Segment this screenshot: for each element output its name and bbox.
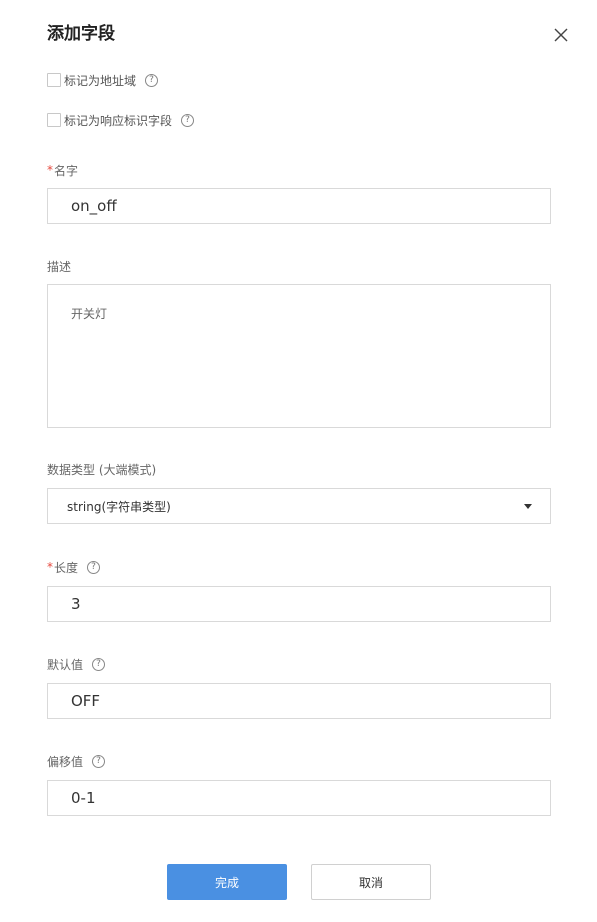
offset-label: 偏移值 ? bbox=[47, 753, 106, 769]
help-icon[interactable]: ? bbox=[181, 113, 195, 127]
close-icon[interactable] bbox=[552, 26, 570, 44]
name-label: * 名字 bbox=[47, 162, 78, 178]
length-label-text: 长度 bbox=[54, 560, 79, 575]
default-value-label-text: 默认值 bbox=[47, 657, 84, 672]
data-type-select[interactable]: string(字符串类型) bbox=[47, 488, 551, 524]
response-id-label: 标记为响应标识字段 bbox=[64, 113, 173, 128]
default-value-label: 默认值 ? bbox=[47, 656, 106, 672]
response-id-row: 标记为响应标识字段 ? bbox=[47, 112, 195, 128]
dialog-title: 添加字段 bbox=[47, 24, 115, 44]
length-input[interactable]: 3 bbox=[47, 586, 551, 622]
help-icon[interactable]: ? bbox=[92, 657, 106, 671]
caret-down-icon bbox=[524, 504, 532, 509]
cancel-button[interactable]: 取消 bbox=[311, 864, 431, 900]
description-label: 描述 bbox=[47, 259, 72, 274]
required-mark: * bbox=[47, 560, 53, 574]
help-icon[interactable]: ? bbox=[87, 560, 101, 574]
description-textarea[interactable]: 开关灯 bbox=[47, 284, 551, 428]
offset-input[interactable]: 0-1 bbox=[47, 780, 551, 816]
confirm-button[interactable]: 完成 bbox=[167, 864, 287, 900]
address-field-row: 标记为地址域 ? bbox=[47, 72, 159, 88]
default-value-input[interactable]: OFF bbox=[47, 683, 551, 719]
address-field-checkbox[interactable] bbox=[47, 73, 61, 87]
name-label-text: 名字 bbox=[54, 163, 79, 178]
add-field-dialog: 添加字段 标记为地址域 ? 标记为响应标识字段 ? * 名字 on_off 描述… bbox=[0, 0, 597, 922]
data-type-value: string(字符串类型) bbox=[67, 499, 171, 514]
address-field-label: 标记为地址域 bbox=[64, 73, 137, 88]
help-icon[interactable]: ? bbox=[92, 754, 106, 768]
length-label: * 长度 ? bbox=[47, 559, 101, 575]
help-icon[interactable]: ? bbox=[145, 73, 159, 87]
data-type-label: 数据类型 (大端模式) bbox=[47, 462, 157, 477]
required-mark: * bbox=[47, 163, 53, 177]
response-id-checkbox[interactable] bbox=[47, 113, 61, 127]
name-input[interactable]: on_off bbox=[47, 188, 551, 224]
offset-label-text: 偏移值 bbox=[47, 754, 84, 769]
